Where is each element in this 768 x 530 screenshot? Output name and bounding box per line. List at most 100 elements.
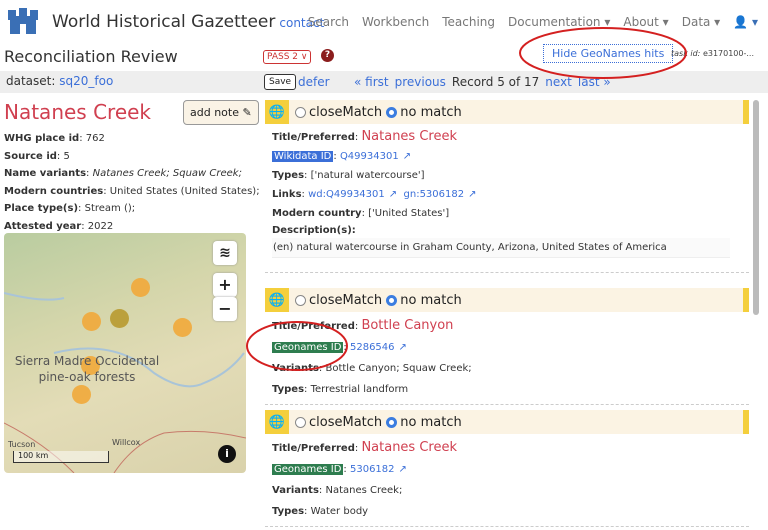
meta-value: United States (United States); [109, 185, 260, 197]
wd-link[interactable]: wd:Q49934301 [308, 189, 385, 200]
place-title: Natanes Creek [4, 100, 152, 124]
first-link[interactable]: « first [354, 75, 389, 89]
hit-body: Title/Preferred: Natanes Creek Wikidata … [265, 124, 749, 261]
info-icon[interactable]: i [218, 445, 236, 463]
scale-bar: 100 km [13, 451, 109, 463]
record-counter: Record 5 of 17 [451, 75, 540, 89]
page-title: Reconciliation Review [4, 47, 178, 66]
nomatch-label[interactable]: no match [400, 293, 461, 308]
field-value: ['United States'] [368, 208, 450, 219]
city-label: Tucson [8, 440, 36, 449]
closematch-label[interactable]: closeMatch [309, 415, 382, 430]
pager: « first previous Record 5 of 17 next las… [354, 75, 611, 89]
field-value: Natanes Creek; [325, 485, 403, 496]
zoom-in-button[interactable]: + [213, 273, 237, 297]
field-label: Description(s): [272, 225, 356, 236]
id-link[interactable]: 5306182 [350, 464, 395, 475]
globe-icon[interactable]: 🌐 [265, 100, 289, 124]
last-link[interactable]: last » [578, 75, 611, 89]
layers-icon[interactable]: ≋ [213, 241, 237, 265]
brand-name[interactable]: World Historical Gazetteer [52, 12, 275, 32]
meta-value: Stream (); [84, 203, 136, 215]
nomatch-radio[interactable] [386, 294, 398, 306]
meta-row: Source id: 5 [4, 150, 70, 162]
field-label: Variants [272, 363, 319, 374]
hit-header: 🌐 closeMatch no match [265, 100, 749, 124]
external-link-icon[interactable]: ↗ [399, 464, 407, 475]
previous-link[interactable]: previous [395, 75, 446, 89]
closematch-label[interactable]: closeMatch [309, 293, 382, 308]
closematch-label[interactable]: closeMatch [309, 105, 382, 120]
nav-teaching[interactable]: Teaching [442, 15, 495, 29]
nomatch-label[interactable]: no match [400, 105, 461, 120]
closematch-radio[interactable] [295, 294, 306, 306]
hit-title: Natanes Creek [361, 440, 457, 455]
map-marker[interactable] [82, 312, 101, 331]
dataset-link[interactable]: sq20_foo [59, 74, 113, 88]
field-label: Title/Preferred [272, 443, 355, 454]
globe-icon[interactable]: 🌐 [265, 410, 289, 434]
id-link[interactable]: 5286546 [350, 342, 395, 353]
add-note-button[interactable]: add note ✎ [183, 100, 259, 125]
field-label: Types [272, 170, 305, 181]
meta-label: WHG place id [4, 133, 80, 144]
field-value: Terrestrial landform [310, 384, 409, 395]
hit-card: 🌐 closeMatch no match Title/Preferred: B… [265, 288, 749, 405]
description: (en) natural watercourse in Graham Count… [272, 238, 730, 258]
meta-row: Name variants: Natanes Creek; Squaw Cree… [4, 168, 242, 180]
nav-workbench[interactable]: Workbench [362, 15, 429, 29]
meta-label: Name variants [4, 168, 87, 180]
map-marker[interactable] [110, 309, 129, 328]
id-label: Geonames ID [272, 464, 344, 475]
hit-header: 🌐 closeMatch no match [265, 410, 749, 434]
external-link-icon[interactable]: ↗ [403, 151, 411, 162]
nav-documentation[interactable]: Documentation ▾ [508, 15, 610, 29]
external-link-icon[interactable]: ↗ [389, 189, 397, 200]
field-label: Links [272, 189, 302, 200]
brand[interactable]: World Historical Gazetteer contact [52, 12, 324, 32]
scrollbar[interactable] [753, 100, 759, 315]
meta-label: Modern countries [4, 185, 104, 197]
nav-about[interactable]: About ▾ [623, 15, 668, 29]
external-link-icon[interactable]: ↗ [399, 342, 407, 353]
help-icon[interactable]: ? [321, 49, 334, 62]
save-button[interactable]: Save [264, 74, 297, 90]
closematch-radio[interactable] [295, 416, 306, 428]
closematch-radio[interactable] [295, 106, 306, 118]
meta-row: Place type(s): Stream (); [4, 203, 136, 215]
map-marker[interactable] [173, 318, 192, 337]
task-id: task id: e3170100-... [671, 49, 754, 58]
pass-select[interactable]: PASS 2 ∨ [263, 50, 312, 64]
meta-value: 5 [63, 150, 70, 162]
gn-link[interactable]: gn:5306182 [404, 189, 465, 200]
hit-card: 🌐 closeMatch no match Title/Preferred: N… [265, 410, 749, 527]
task-id-label: task id: [671, 49, 701, 58]
field-value: Bottle Canyon; Squaw Creek; [325, 363, 472, 374]
hide-geonames-button[interactable]: Hide GeoNames hits [543, 44, 674, 63]
id-label: Geonames ID [272, 342, 344, 353]
next-link[interactable]: next [545, 75, 572, 89]
external-link-icon[interactable]: ↗ [468, 189, 476, 200]
field-label: Title/Preferred [272, 321, 355, 332]
user-menu-icon[interactable]: 👤 ▾ [733, 15, 758, 29]
meta-value: Natanes Creek; Squaw Creek; [92, 168, 242, 180]
nomatch-radio[interactable] [386, 416, 398, 428]
hit-title: Natanes Creek [361, 129, 457, 144]
field-label: Types [272, 506, 305, 517]
place-metadata: WHG place id: 762 Source id: 5 Name vari… [4, 130, 260, 236]
map-marker[interactable] [72, 385, 91, 404]
zoom-out-button[interactable]: − [213, 297, 237, 321]
hit-header: 🌐 closeMatch no match [265, 288, 749, 312]
nomatch-radio[interactable] [386, 106, 398, 118]
map[interactable]: Sierra Madre Occidental pine-oak forests… [4, 233, 246, 473]
id-link[interactable]: Q49934301 [340, 151, 399, 162]
map-marker[interactable] [131, 278, 150, 297]
nav-data[interactable]: Data ▾ [682, 15, 721, 29]
defer-link[interactable]: defer [298, 75, 330, 89]
dataset-label: dataset: sq20_foo [6, 74, 113, 88]
nav-search[interactable]: Search [308, 15, 349, 29]
id-label: Wikidata ID [272, 151, 334, 162]
globe-icon[interactable]: 🌐 [265, 288, 289, 312]
castle-logo-icon[interactable] [6, 6, 40, 36]
nomatch-label[interactable]: no match [400, 415, 461, 430]
